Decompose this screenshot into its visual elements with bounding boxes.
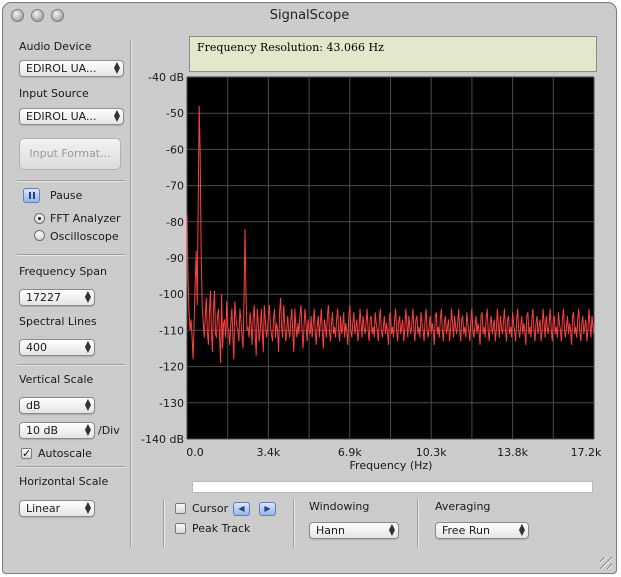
cursor-left-button[interactable]: ◀ xyxy=(233,502,250,516)
input-source-value: EDIROL UA... xyxy=(26,110,97,123)
x-tick-label: 17.2k xyxy=(571,446,602,459)
averaging-label: Averaging xyxy=(435,500,491,513)
triangle-left-icon: ◀ xyxy=(238,504,245,513)
autoscale-label: Autoscale xyxy=(38,447,92,460)
per-division-suffix: /Div xyxy=(98,424,120,437)
spectrum-trace xyxy=(186,105,595,364)
sidebar-divider xyxy=(17,180,125,182)
sidebar-divider xyxy=(17,254,125,256)
y-tick-label: -130 xyxy=(159,397,184,410)
frequency-span-value: 17227 xyxy=(26,291,61,304)
peak-track-label: Peak Track xyxy=(192,522,251,535)
y-tick-label: -80 xyxy=(166,216,184,229)
popup-arrows-icon: ▲ ▼ xyxy=(84,339,91,354)
popup-arrows-icon: ▲ ▼ xyxy=(113,60,120,75)
y-tick-label: -140 dB xyxy=(141,433,184,446)
fft-analyzer-label: FFT Analyzer xyxy=(50,212,121,225)
frequency-span-label: Frequency Span xyxy=(19,265,107,278)
buffer-progress-fill xyxy=(193,482,592,492)
oscilloscope-radio[interactable] xyxy=(34,230,45,241)
oscilloscope-label: Oscilloscope xyxy=(50,230,119,243)
per-division-popup[interactable]: 10 dB ▲ ▼ xyxy=(19,422,95,439)
bottom-divider xyxy=(293,499,295,547)
popup-arrows-icon: ▲ ▼ xyxy=(113,108,120,123)
y-tick-label: -40 dB xyxy=(148,71,184,84)
y-tick-label: -90 xyxy=(166,252,184,265)
y-tick-label: -100 xyxy=(159,288,184,301)
y-axis-ticks: -40 dB -50 -60 -70 -80 -90 -100 -110 -120 -130 -14… xyxy=(141,71,184,446)
sidebar-divider xyxy=(17,364,125,366)
cursor-label: Cursor xyxy=(192,502,229,515)
y-tick-label: -120 xyxy=(159,361,184,374)
x-tick-label: 6.9k xyxy=(338,446,362,459)
x-axis-label: Frequency (Hz) xyxy=(350,459,433,472)
title-bar[interactable]: SignalScope xyxy=(3,3,616,27)
x-tick-label: 13.8k xyxy=(497,446,528,459)
x-tick-label: 0.0 xyxy=(186,446,204,459)
grid-lines xyxy=(186,76,595,440)
pause-icon[interactable] xyxy=(23,188,40,203)
averaging-value: Free Run xyxy=(442,524,490,537)
y-tick-label: -60 xyxy=(166,143,184,156)
window-title: SignalScope xyxy=(269,8,350,23)
windowing-value: Hann xyxy=(316,524,345,537)
peak-track-checkbox[interactable] xyxy=(175,523,186,534)
app-window: SignalScope Audio Device EDIROL UA... ▲ ▼… xyxy=(2,2,617,574)
pause-label: Pause xyxy=(50,189,83,202)
buffer-progress-track xyxy=(192,481,593,493)
horizontal-scale-value: Linear xyxy=(26,502,61,515)
windowing-popup[interactable]: Hann ▲ ▼ xyxy=(309,522,399,539)
cursor-checkbox[interactable] xyxy=(175,503,186,514)
audio-device-value: EDIROL UA... xyxy=(26,62,97,75)
checkmark-icon: ✓ xyxy=(22,447,32,460)
input-format-button[interactable]: Input Format... xyxy=(19,138,121,170)
popup-arrows-icon: ▲ ▼ xyxy=(84,289,91,304)
audio-device-popup[interactable]: EDIROL UA... ▲ ▼ xyxy=(19,60,124,77)
x-axis-ticks: 0.0 3.4k 6.9k 10.3k 13.8k 17.2k xyxy=(186,446,602,459)
resize-grip-icon[interactable] xyxy=(600,557,612,569)
popup-arrows-icon: ▲ ▼ xyxy=(388,522,395,537)
fft-analyzer-radio[interactable] xyxy=(34,213,45,224)
sidebar-vertical-divider xyxy=(130,39,132,547)
input-source-label: Input Source xyxy=(19,87,89,100)
autoscale-checkbox[interactable]: ✓ xyxy=(21,448,32,459)
vertical-scale-popup[interactable]: dB ▲ ▼ xyxy=(19,397,95,414)
cursor-right-button[interactable]: ▶ xyxy=(259,502,276,516)
vertical-scale-label: Vertical Scale xyxy=(19,373,94,386)
x-tick-label: 10.3k xyxy=(416,446,447,459)
popup-arrows-icon: ▲ ▼ xyxy=(84,422,91,437)
y-tick-label: -70 xyxy=(166,180,184,193)
popup-arrows-icon: ▲ ▼ xyxy=(518,522,525,537)
triangle-right-icon: ▶ xyxy=(264,504,271,513)
audio-device-label: Audio Device xyxy=(19,40,92,53)
bottom-divider xyxy=(163,499,165,547)
y-tick-label: -110 xyxy=(159,324,184,337)
plot-area xyxy=(187,77,594,439)
x-tick-label: 3.4k xyxy=(256,446,280,459)
spectral-lines-popup[interactable]: 400 ▲ ▼ xyxy=(19,339,95,356)
horizontal-scale-popup[interactable]: Linear ▲ ▼ xyxy=(19,500,95,517)
windowing-label: Windowing xyxy=(309,500,370,513)
sidebar-divider xyxy=(17,466,125,468)
spectral-lines-label: Spectral Lines xyxy=(19,315,97,328)
input-source-popup[interactable]: EDIROL UA... ▲ ▼ xyxy=(19,108,124,125)
frequency-resolution-text: Frequency Resolution: 43.066 Hz xyxy=(197,41,384,54)
spectral-lines-value: 400 xyxy=(26,341,47,354)
y-tick-label: -50 xyxy=(166,107,184,120)
bottom-divider xyxy=(417,499,419,547)
popup-arrows-icon: ▲ ▼ xyxy=(84,397,91,412)
popup-arrows-icon: ▲ ▼ xyxy=(84,500,91,515)
frequency-span-popup[interactable]: 17227 ▲ ▼ xyxy=(19,289,95,306)
per-division-value: 10 dB xyxy=(26,424,59,437)
horizontal-scale-label: Horizontal Scale xyxy=(19,475,109,488)
vertical-scale-value: dB xyxy=(26,399,41,412)
frequency-resolution-display: Frequency Resolution: 43.066 Hz xyxy=(189,36,597,72)
averaging-popup[interactable]: Free Run ▲ ▼ xyxy=(435,522,529,539)
